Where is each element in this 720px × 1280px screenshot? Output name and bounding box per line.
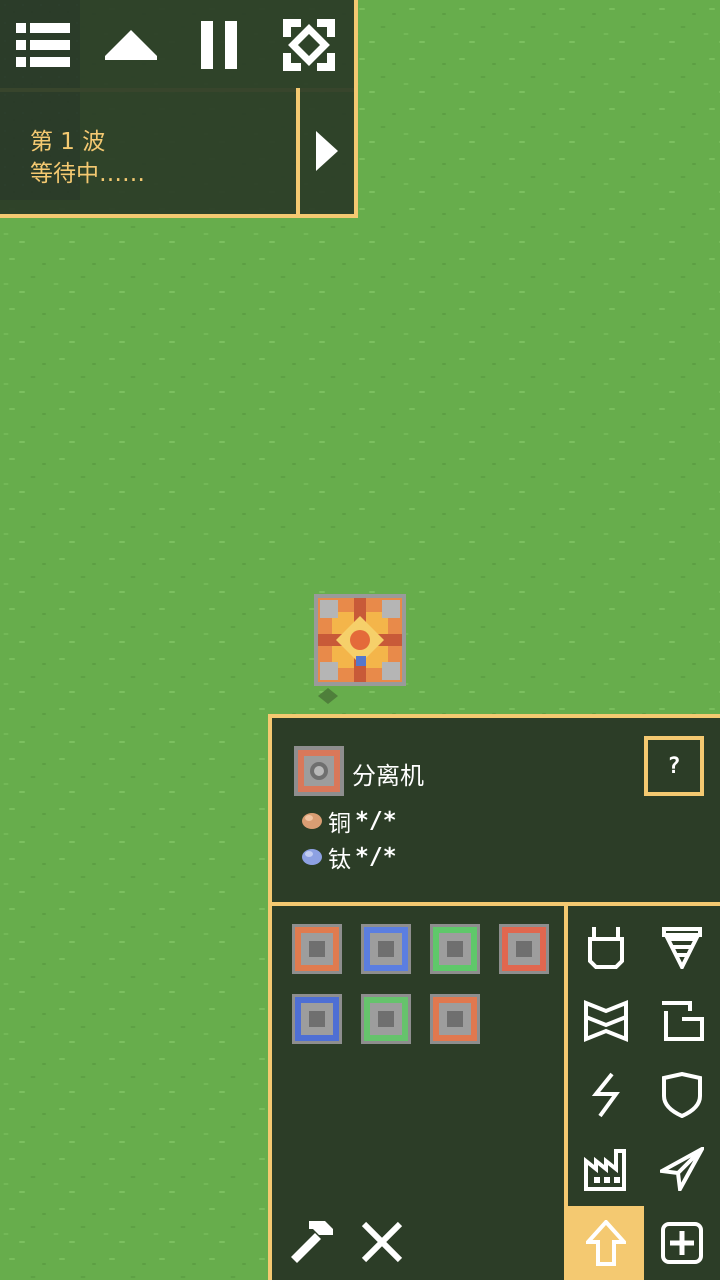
plane-icon xyxy=(660,1147,704,1191)
block-slot-disassembler[interactable] xyxy=(361,924,411,974)
effect-category[interactable] xyxy=(644,1206,720,1280)
hammer-icon xyxy=(291,1221,333,1263)
category-column xyxy=(568,902,720,1280)
power-icon xyxy=(591,1072,620,1118)
production-category[interactable] xyxy=(644,910,720,984)
cultivator-icon xyxy=(292,994,342,1044)
menu-icon xyxy=(16,23,70,67)
units-category[interactable] xyxy=(644,1132,720,1206)
play-icon xyxy=(316,131,338,171)
player-unit xyxy=(316,686,340,704)
pause-button[interactable] xyxy=(184,10,254,80)
turret-icon xyxy=(588,927,624,969)
top-toolbar xyxy=(0,0,358,92)
pause-icon xyxy=(201,21,237,69)
titanium-icon xyxy=(302,849,322,865)
wave-status: 等待中…… xyxy=(30,161,145,187)
block-grid xyxy=(268,902,568,1202)
wave-panel: 第 1 波 等待中…… xyxy=(0,88,300,218)
power-category[interactable] xyxy=(568,1058,644,1132)
block-slot-separator[interactable] xyxy=(292,924,342,974)
block-slot-melter[interactable] xyxy=(499,924,549,974)
melter-icon xyxy=(499,924,549,974)
upgrade-category[interactable] xyxy=(568,1206,644,1280)
up-arrow-icon xyxy=(105,30,157,60)
distribution-category[interactable] xyxy=(568,984,644,1058)
requirement-amount: */* xyxy=(355,844,397,870)
target-icon xyxy=(283,19,335,71)
block-slot-spore-press[interactable] xyxy=(361,994,411,1044)
placed-separator-block[interactable] xyxy=(314,594,406,686)
block-name: 分离机 xyxy=(352,762,424,790)
wave-title: 第 1 波 xyxy=(30,129,106,155)
separator-block-icon xyxy=(314,594,406,686)
requirement-amount: */* xyxy=(355,808,397,834)
turret-category[interactable] xyxy=(568,910,644,984)
pulverizer-icon xyxy=(430,924,480,974)
factory-icon xyxy=(584,1149,626,1191)
conveyor-icon xyxy=(584,1000,628,1042)
cancel-button[interactable] xyxy=(352,1212,412,1272)
requirement-row: 铜 */* xyxy=(300,804,397,838)
pipe-icon xyxy=(662,1001,704,1041)
minimap-button[interactable] xyxy=(274,10,344,80)
up-arrow-icon xyxy=(586,1220,626,1266)
deconstruct-button[interactable] xyxy=(282,1212,342,1272)
liquid-category[interactable] xyxy=(644,984,720,1058)
requirement-row: 钛 */* xyxy=(300,840,397,874)
requirement-item: 铜 xyxy=(328,811,351,837)
shield-icon xyxy=(662,1072,702,1118)
requirement-item: 钛 xyxy=(328,847,351,873)
copper-icon xyxy=(302,813,322,829)
separator-icon xyxy=(292,924,342,974)
crafting-category[interactable] xyxy=(568,1132,644,1206)
separator-icon xyxy=(294,746,344,796)
block-info-panel: 分离机 铜 */* 钛 */* ? xyxy=(268,714,720,906)
block-slot-incinerator[interactable] xyxy=(430,994,480,1044)
menu-button[interactable] xyxy=(8,10,78,80)
build-tool-bar xyxy=(268,1198,568,1280)
disassembler-icon xyxy=(361,924,411,974)
spore-press-icon xyxy=(361,994,411,1044)
skip-wave-button[interactable] xyxy=(300,88,358,218)
database-button[interactable] xyxy=(96,10,166,80)
block-slot-cultivator[interactable] xyxy=(292,994,342,1044)
defense-category[interactable] xyxy=(644,1058,720,1132)
block-slot-pulverizer[interactable] xyxy=(430,924,480,974)
close-icon xyxy=(361,1221,403,1263)
incinerator-icon xyxy=(430,994,480,1044)
help-button[interactable]: ? xyxy=(644,736,704,796)
drill-icon xyxy=(662,927,702,969)
plus-icon xyxy=(661,1222,703,1264)
